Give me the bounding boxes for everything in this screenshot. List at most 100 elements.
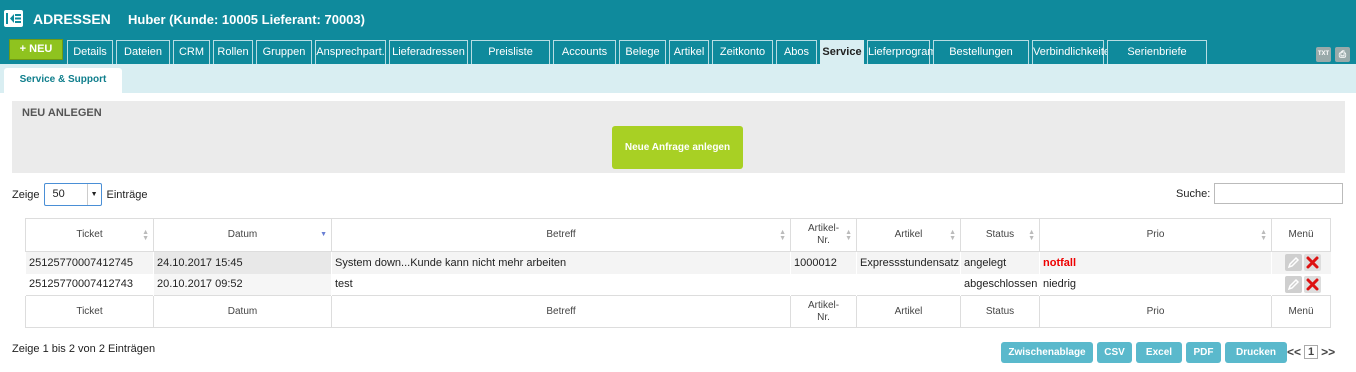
column-header-label: Menü [1288, 305, 1314, 317]
column-header-label: Artikel- Nr. [807, 223, 840, 246]
tab-verbindlichkeiten[interactable]: Verbindlichkeiten [1032, 40, 1116, 64]
new-button[interactable]: + NEU [9, 39, 63, 60]
export-buttons: Zwischenablage CSV Excel PDF Drucken [1001, 342, 1291, 363]
tab-abos[interactable]: Abos [776, 40, 817, 64]
cell-datum: 20.10.2017 09:52 [157, 278, 243, 291]
search: Suche: [1176, 183, 1344, 204]
sort-icon: ▲ ▼ [1028, 229, 1035, 242]
tab-ansprechpart[interactable]: Ansprechpart. [315, 40, 386, 64]
cell-ticket: 25125770007412745 [29, 256, 134, 269]
sort-icon: ▲ ▼ [1260, 229, 1267, 242]
row-menu [1271, 251, 1331, 274]
export-pdf-button[interactable]: PDF [1186, 342, 1221, 363]
export-excel-button[interactable]: Excel [1136, 342, 1182, 363]
tab-belege[interactable]: Belege [619, 40, 666, 64]
column-header[interactable]: Ticket ▲ ▼ [25, 218, 154, 252]
delete-icon[interactable] [1303, 254, 1321, 272]
length-value: 50 [52, 188, 65, 200]
column-header: Artikel- Nr. [790, 295, 857, 328]
column-header: Artikel [856, 295, 961, 328]
column-header: Betreff [331, 295, 791, 328]
column-header-label: Status [985, 305, 1015, 317]
column-header[interactable]: Prio ▲ ▼ [1039, 218, 1272, 252]
column-header[interactable]: Betreff ▲ ▼ [331, 218, 791, 252]
table-row: 25125770007412743 20.10.2017 09:52 test abg… [26, 273, 1331, 296]
column-header-label: Prio [1146, 305, 1165, 317]
tab-gruppen[interactable]: Gruppen [256, 40, 312, 64]
export-drucken-button[interactable]: Drucken [1225, 342, 1287, 363]
column-header[interactable]: Status ▲ ▼ [960, 218, 1040, 252]
tab-details[interactable]: Details [67, 40, 113, 64]
prev-page-button[interactable]: << [1287, 345, 1301, 359]
tab-service[interactable]: Service [820, 40, 864, 64]
sort-icon: ▲ ▼ [845, 229, 852, 242]
column-header-label: Status [985, 229, 1015, 240]
tab-artikel[interactable]: Artikel [669, 40, 709, 64]
print-icon[interactable]: ⎙ [1335, 47, 1350, 62]
column-header: Status [960, 295, 1040, 328]
tab-bestellungen[interactable]: Bestellungen [933, 40, 1029, 64]
sort-desc-icon: ▼ [320, 231, 327, 238]
length-select[interactable]: 50 ▼ [43, 183, 102, 206]
cell-betreff: test [335, 278, 353, 291]
row-menu [1272, 274, 1331, 296]
tab-lieferadressen[interactable]: Lieferadressen [389, 40, 468, 64]
tab-serienbriefe[interactable]: Serienbriefe [1107, 40, 1207, 64]
export-zwischenablage-button[interactable]: Zwischenablage [1001, 342, 1093, 363]
edit-icon[interactable] [1284, 254, 1302, 272]
column-header: Datum [153, 295, 332, 328]
new-request-button[interactable]: Neue Anfrage anlegen [612, 126, 743, 169]
subtab-service-support[interactable]: Service & Support [4, 68, 122, 93]
cell-artikel: Expressstundensatz [860, 256, 960, 269]
search-input[interactable] [1214, 183, 1344, 204]
tab-accounts[interactable]: Accounts [553, 40, 616, 64]
column-header: Prio [1039, 295, 1272, 328]
column-header: Ticket [25, 295, 154, 328]
tab-rollen[interactable]: Rollen [213, 40, 253, 64]
customer-subtitle: Huber (Kunde: 10005 Lieferant: 70003) [128, 12, 365, 27]
neu-anlegen-panel: NEU ANLEGEN Neue Anfrage anlegen [12, 101, 1345, 173]
sort-icon: ▲ ▼ [949, 229, 956, 242]
column-header[interactable]: Artikel- Nr. ▲ ▼ [790, 218, 857, 252]
next-page-button[interactable]: >> [1321, 345, 1335, 359]
cell-prio: niedrig [1043, 278, 1077, 291]
tab-crm[interactable]: CRM [173, 40, 210, 64]
pagination: << 1 >> [1287, 345, 1335, 359]
cell-status: angelegt [964, 256, 1007, 269]
edit-icon[interactable] [1284, 275, 1302, 293]
page-number-button[interactable]: 1 [1304, 345, 1319, 359]
column-header: Menü [1271, 295, 1331, 328]
page-length: Zeige 50 ▼ Einträge [12, 183, 148, 206]
column-header-label: Artikel [894, 305, 923, 317]
column-header-label: Datum [227, 305, 258, 317]
search-label: Suche: [1176, 187, 1211, 200]
cell-status: abgeschlossen [964, 278, 1038, 291]
export-csv-button[interactable]: CSV [1097, 342, 1132, 363]
column-header-label: Artikel- Nr. [807, 299, 840, 323]
app-header: ADRESSEN Huber (Kunde: 10005 Lieferant: … [0, 0, 1356, 64]
subtab-bar: Service & Support [0, 64, 1356, 93]
page-title: ADRESSEN [33, 11, 111, 27]
column-header[interactable]: Datum ▼ [153, 218, 332, 252]
column-header-label: Datum [227, 229, 258, 240]
panel-title: NEU ANLEGEN [22, 107, 102, 119]
delete-icon[interactable] [1303, 275, 1321, 293]
column-header: Menü [1271, 218, 1331, 252]
ticket-table: Ticket ▲ ▼ Datum ▼ Betreff ▲ ▼ Artikel- Nr. ▲ ▼ Art… [25, 218, 1331, 328]
tab-dateien[interactable]: Dateien [116, 40, 170, 64]
column-header-label: Ticket [76, 229, 103, 240]
back-icon[interactable] [4, 10, 23, 27]
cell-datum: 24.10.2017 15:45 [157, 256, 243, 269]
txt-export-icon[interactable]: TXT [1316, 47, 1331, 62]
table-info: Zeige 1 bis 2 von 2 Einträgen [12, 343, 156, 355]
tab-zeitkonto[interactable]: Zeitkonto [712, 40, 773, 64]
cell-artikelnr: 1000012 [794, 256, 837, 269]
tab-preisliste[interactable]: Preisliste [471, 40, 550, 64]
column-header-label: Prio [1146, 229, 1165, 240]
column-header-label: Betreff [546, 229, 576, 240]
column-header[interactable]: Artikel ▲ ▼ [856, 218, 961, 252]
tab-lieferprogramm[interactable]: Lieferprogramm [867, 40, 946, 64]
column-header-label: Menü [1288, 229, 1314, 240]
sort-icon: ▲ ▼ [779, 229, 786, 242]
cell-ticket: 25125770007412743 [29, 278, 134, 291]
